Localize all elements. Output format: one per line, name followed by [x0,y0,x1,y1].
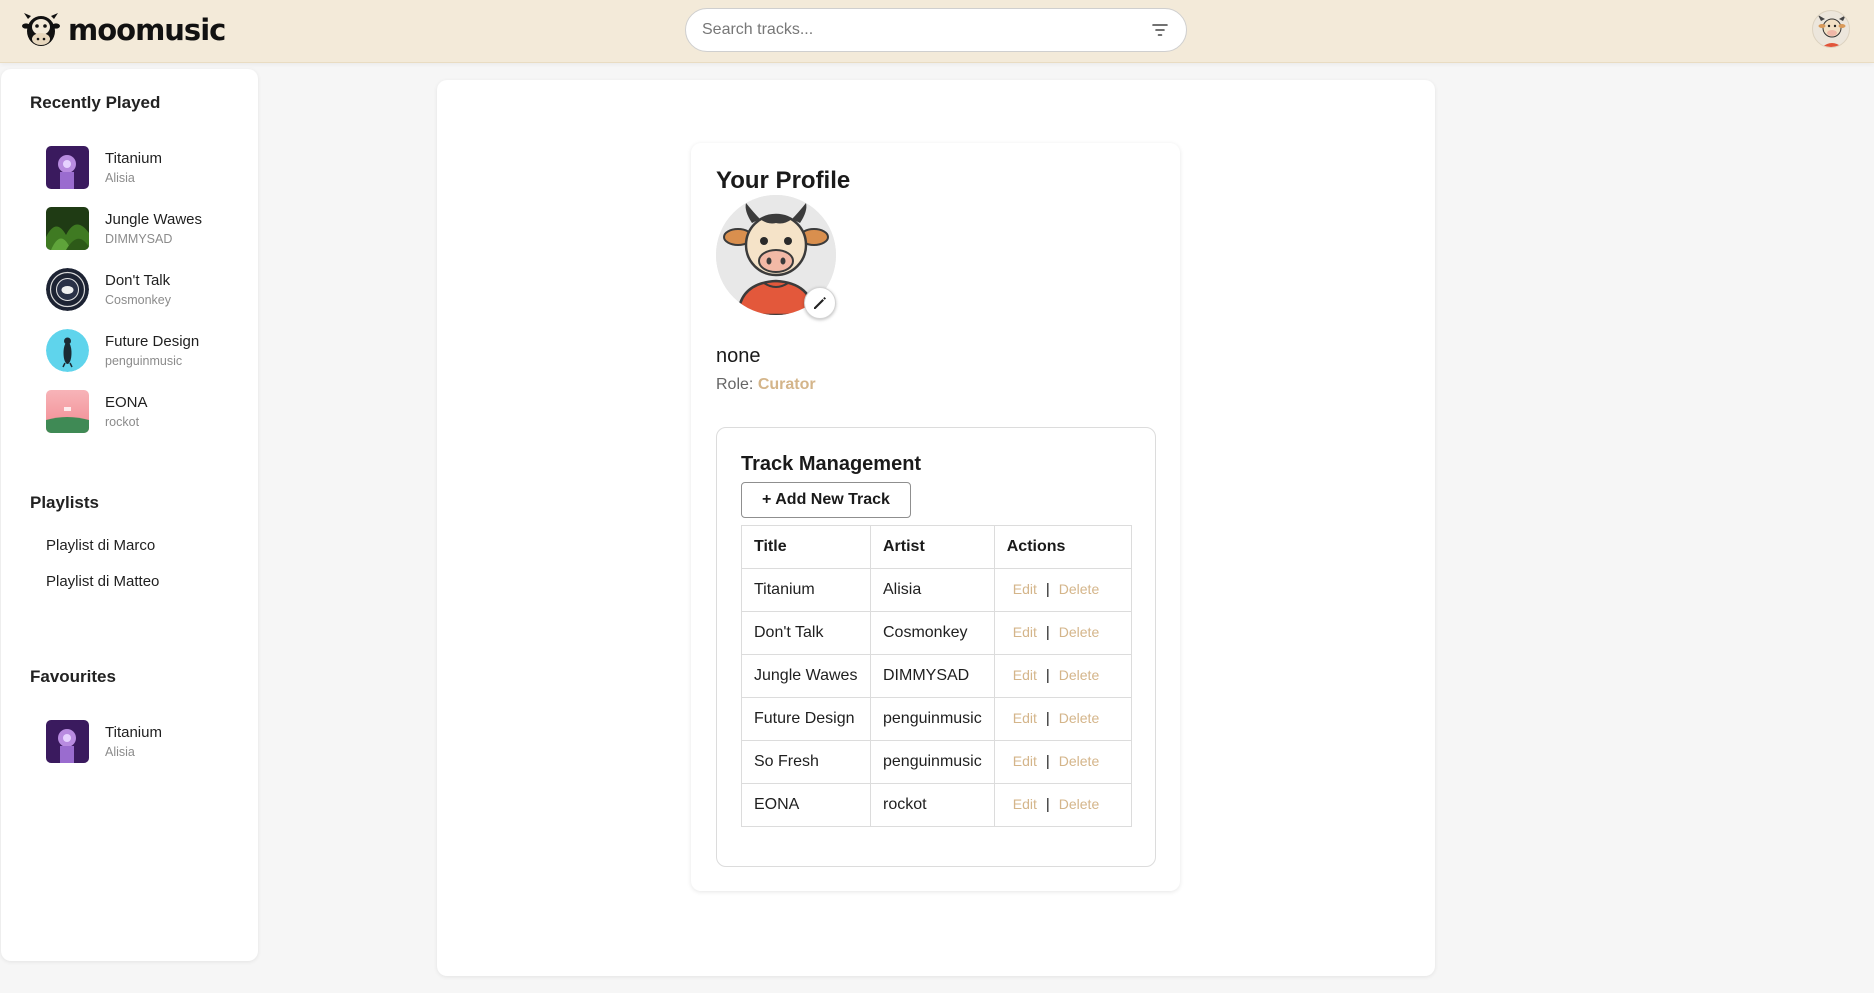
favourite-track-item[interactable]: Titanium Alisia [46,719,246,763]
recent-track-item[interactable]: Jungle Wawes DIMMYSAD [46,206,246,250]
favourites-heading: Favourites [30,667,116,686]
track-title: Titanium [105,149,162,167]
track-title: Future Design [105,332,200,350]
track-artist-cell: rockot [870,783,995,827]
track-title-cell: Don't Talk [741,611,871,655]
playlist-item[interactable]: Playlist di Matteo [46,573,159,590]
page-title: Your Profile [716,167,851,194]
track-title: EONA [105,393,148,411]
track-artist-cell: Cosmonkey [870,611,995,655]
recent-track-item[interactable]: Titanium Alisia [46,145,246,189]
actions-cell: Edit | Delete [993,783,1133,827]
track-title-cell: Future Design [741,697,871,741]
track-artist: DIMMYSAD [105,231,173,246]
tracks-table: Title Artist Actions Titanium Alisia Edi… [741,525,1133,827]
track-title: Don't Talk [105,271,171,289]
track-artist: Alisia [105,170,135,185]
edit-avatar-button[interactable] [804,287,836,319]
search-input[interactable] [702,21,1150,39]
profile-username: none [716,345,761,367]
profile-card: Your Profile none Role: Curator Track Ma… [691,143,1180,891]
table-row: Don't Talk Cosmonkey Edit | Delete [741,611,1133,655]
user-avatar[interactable] [1812,10,1850,48]
track-title-cell: Jungle Wawes [741,654,871,698]
album-cover-future-design [46,328,89,372]
playlist-item[interactable]: Playlist di Marco [46,537,155,554]
playlists-heading: Playlists [30,493,99,512]
track-title: Titanium [105,723,162,741]
column-header-actions: Actions [993,525,1133,569]
search-bar [685,8,1187,52]
table-row: Future Design penguinmusic Edit | Delete [741,697,1133,741]
add-new-track-button[interactable]: + Add New Track [741,482,911,518]
delete-track-button[interactable]: Delete [1059,667,1099,683]
album-cover-titanium [46,145,89,189]
edit-track-button[interactable]: Edit [1013,624,1037,640]
action-separator: | [1045,753,1050,770]
actions-cell: Edit | Delete [993,654,1133,698]
track-artist: Cosmonkey [105,292,171,307]
actions-cell: Edit | Delete [993,697,1133,741]
actions-cell: Edit | Delete [993,568,1133,612]
track-artist-cell: penguinmusic [870,740,995,784]
track-management-panel: Track Management + Add New Track Title A… [716,427,1156,867]
edit-track-button[interactable]: Edit [1013,667,1037,683]
action-separator: | [1045,796,1050,813]
track-artist-cell: Alisia [870,568,995,612]
edit-track-button[interactable]: Edit [1013,581,1037,597]
profile-avatar-wrap [716,195,836,319]
table-row: Jungle Wawes DIMMYSAD Edit | Delete [741,654,1133,698]
filter-icon[interactable] [1150,20,1170,40]
track-artist-cell: DIMMYSAD [870,654,995,698]
cow-logo-icon [22,13,60,46]
track-title-cell: Titanium [741,568,871,612]
role-value: Curator [757,376,816,393]
table-header-row: Title Artist Actions [741,525,1133,569]
delete-track-button[interactable]: Delete [1059,624,1099,640]
track-title-cell: So Fresh [741,740,871,784]
album-cover-jungle-wawes [46,206,89,250]
recently-played-heading: Recently Played [30,93,161,112]
delete-track-button[interactable]: Delete [1059,796,1099,812]
column-header-artist: Artist [870,525,995,569]
action-separator: | [1045,667,1050,684]
action-separator: | [1045,624,1050,641]
recent-track-item[interactable]: EONA rockot [46,389,246,433]
track-management-title: Track Management [741,453,922,475]
track-artist: rockot [105,414,140,429]
delete-track-button[interactable]: Delete [1059,753,1099,769]
profile-role: Role: Curator [716,376,816,394]
action-separator: | [1045,581,1050,598]
column-header-title: Title [741,525,871,569]
edit-track-button[interactable]: Edit [1013,710,1037,726]
sidebar: Recently Played Titanium Alisia Jungle W… [1,69,258,961]
user-avatar-icon [1818,15,1846,47]
track-title-cell: EONA [741,783,871,827]
action-separator: | [1045,710,1050,727]
album-cover-dont-talk [46,267,89,311]
table-row: So Fresh penguinmusic Edit | Delete [741,740,1133,784]
recent-track-item[interactable]: Don't Talk Cosmonkey [46,267,246,311]
top-header: moomusic [0,0,1874,63]
recent-track-item[interactable]: Future Design penguinmusic [46,328,246,372]
track-artist: Alisia [105,744,135,759]
album-cover-titanium [46,719,89,763]
track-artist-cell: penguinmusic [870,697,995,741]
edit-track-button[interactable]: Edit [1013,796,1037,812]
app-logo[interactable]: moomusic [22,9,226,51]
track-title: Jungle Wawes [105,210,202,228]
actions-cell: Edit | Delete [993,611,1133,655]
pencil-icon [814,297,826,309]
delete-track-button[interactable]: Delete [1059,710,1099,726]
edit-track-button[interactable]: Edit [1013,753,1037,769]
track-artist: penguinmusic [105,353,183,368]
role-label: Role: [716,376,754,393]
app-name: moomusic [68,13,226,47]
table-row: Titanium Alisia Edit | Delete [741,568,1133,612]
table-row: EONA rockot Edit | Delete [741,783,1133,827]
album-cover-eona [46,389,89,433]
delete-track-button[interactable]: Delete [1059,581,1099,597]
actions-cell: Edit | Delete [993,740,1133,784]
